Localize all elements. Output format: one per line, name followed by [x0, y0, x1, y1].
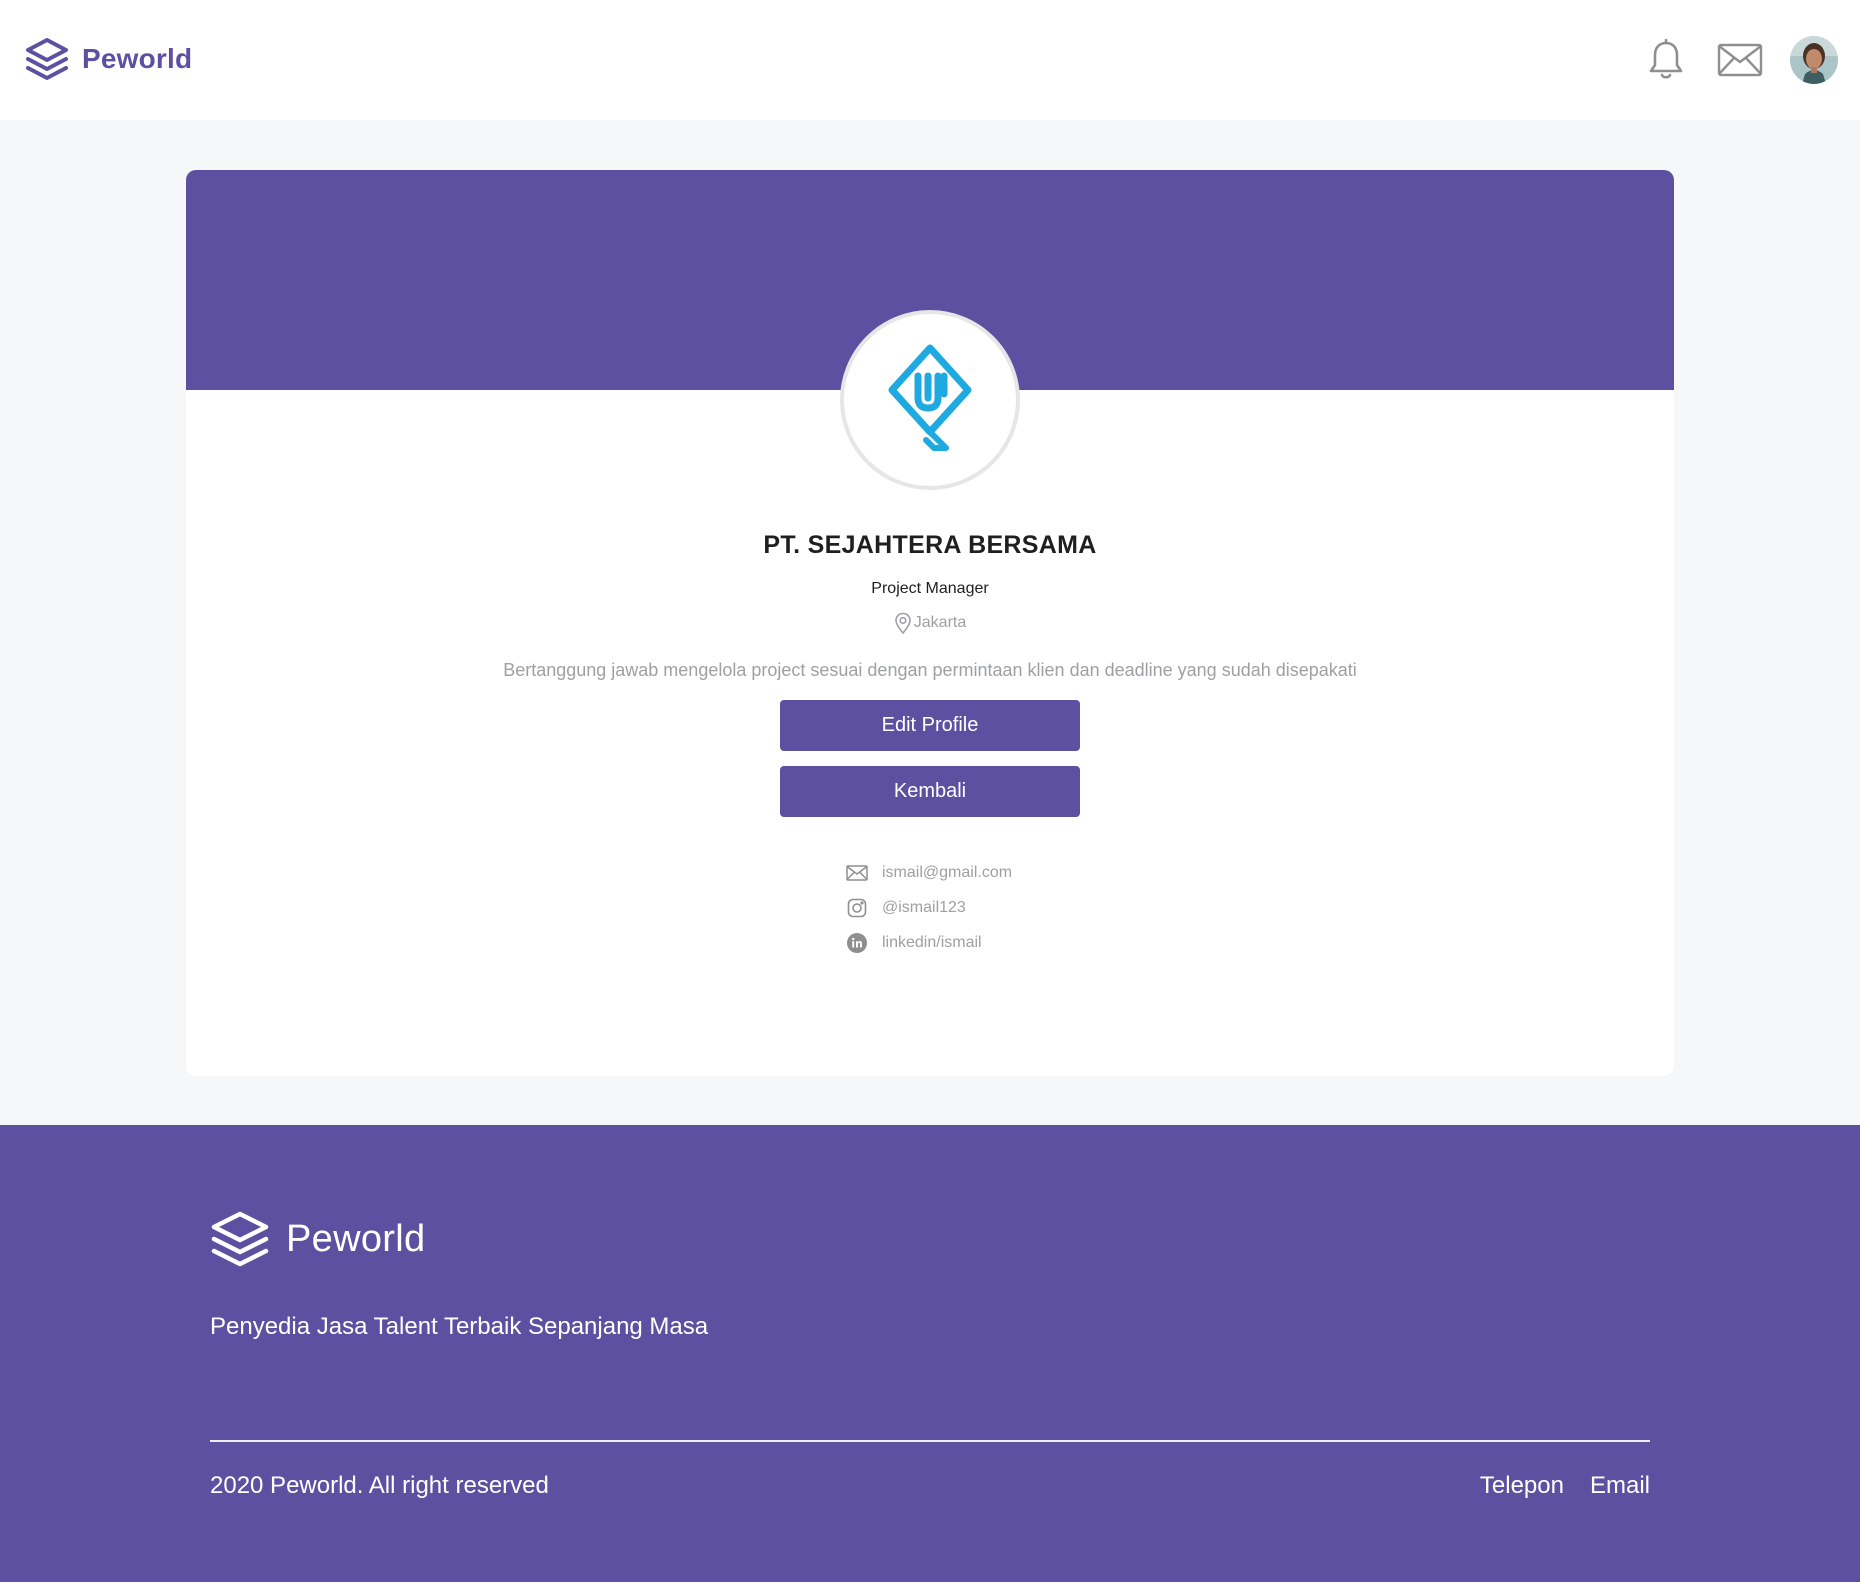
- footer-tagline: Penyedia Jasa Talent Terbaik Sepanjang M…: [210, 1313, 709, 1340]
- avatar-image: [1790, 36, 1838, 84]
- site-footer: Peworld Penyedia Jasa Talent Terbaik Sep…: [0, 1125, 1860, 1582]
- contact-email[interactable]: ismail@gmail.com: [846, 862, 1012, 884]
- notification-button[interactable]: [1642, 36, 1690, 84]
- contact-list: ismail@gmail.com @ismail123 linkedin/ism…: [846, 862, 1012, 954]
- profile-info: PT. SEJAHTERA BERSAMA Project Manager Ja…: [186, 528, 1674, 683]
- footer-copyright: 2020 Peworld. All right reserved: [210, 1472, 549, 1499]
- edit-profile-button[interactable]: Edit Profile: [780, 700, 1080, 751]
- footer-link-email[interactable]: Email: [1590, 1470, 1650, 1502]
- company-field: Project Manager: [871, 580, 989, 597]
- company-location: Jakarta: [894, 612, 966, 634]
- layers-icon: [26, 38, 68, 80]
- contact-instagram-text: @ismail123: [882, 899, 966, 916]
- company-description: Bertanggung jawab mengelola project sesu…: [503, 660, 1357, 680]
- instagram-icon: [846, 897, 868, 919]
- footer-brand-name: Peworld: [286, 1217, 426, 1260]
- contact-email-text: ismail@gmail.com: [882, 864, 1013, 881]
- layers-icon: [211, 1211, 269, 1267]
- footer-link-telepon[interactable]: Telepon: [1480, 1470, 1564, 1502]
- back-button[interactable]: Kembali: [780, 766, 1080, 817]
- linkedin-icon: [846, 932, 868, 954]
- contact-instagram[interactable]: @ismail123: [846, 897, 1012, 919]
- location-pin-icon: [894, 612, 911, 634]
- nav-actions: [1642, 36, 1838, 84]
- footer-links: Telepon Email: [1480, 1470, 1650, 1502]
- footer-brand: Peworld: [210, 1210, 425, 1268]
- brand-name: Peworld: [82, 43, 193, 74]
- footer-divider: [210, 1440, 1650, 1442]
- brand-logo-link[interactable]: Peworld: [24, 36, 192, 82]
- contact-linkedin-text: linkedin/ismail: [882, 934, 982, 951]
- company-location-text: Jakarta: [913, 614, 967, 631]
- mail-icon: [846, 862, 868, 884]
- user-avatar[interactable]: [1790, 36, 1838, 84]
- top-navbar: Peworld: [0, 0, 1860, 120]
- bell-icon: [1649, 39, 1683, 79]
- company-name: PT. SEJAHTERA BERSAMA: [763, 531, 1097, 559]
- company-logo-icon: [888, 344, 972, 451]
- company-logo: [840, 310, 1020, 490]
- company-profile-card: PT. SEJAHTERA BERSAMA Project Manager Ja…: [186, 170, 1674, 1076]
- mail-icon: [1717, 43, 1763, 77]
- messages-button[interactable]: [1716, 36, 1764, 84]
- contact-linkedin[interactable]: linkedin/ismail: [846, 932, 1012, 954]
